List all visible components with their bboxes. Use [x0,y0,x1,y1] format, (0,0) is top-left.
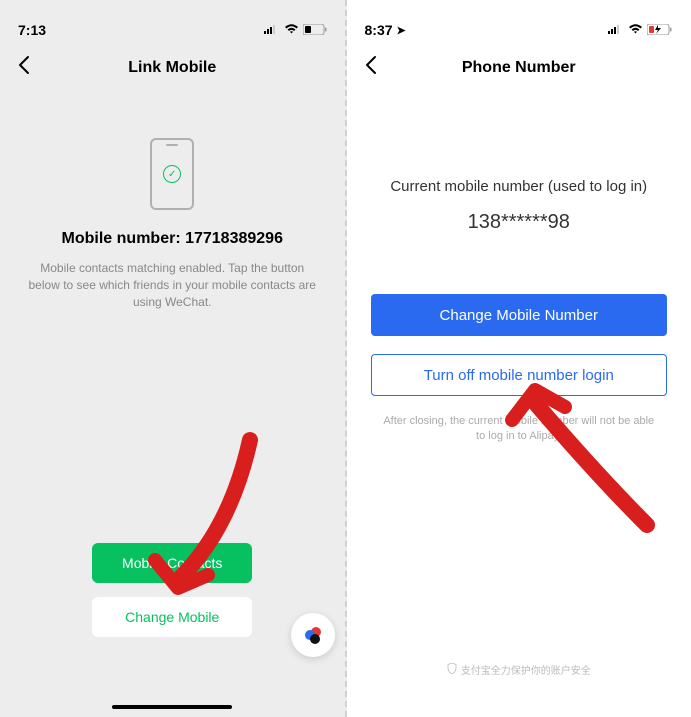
alipay-phone-number-screen: 8:37 ➤ Phone Number Current [347,0,691,717]
status-indicators [608,22,673,38]
mobile-number-label: Mobile number: 17718389296 [18,230,327,248]
change-mobile-number-button[interactable]: Change Mobile Number [371,294,668,336]
footer-security-note: 支付宝全力保护你的账户安全 [347,662,691,677]
subtitle-text: Mobile contacts matching enabled. Tap th… [18,260,327,310]
status-indicators [264,22,327,38]
current-number-label: Current mobile number (used to log in) [371,178,668,195]
current-number-value: 138******98 [371,211,668,234]
page-title: Phone Number [462,59,576,77]
status-time: 7:13 [18,22,46,38]
wifi-icon [628,22,643,38]
wechat-link-mobile-screen: 7:13 Link Mobile ✓ Mobile number: [0,0,347,717]
turn-off-mobile-login-button[interactable]: Turn off mobile number login [371,354,668,396]
status-bar: 8:37 ➤ [365,20,674,40]
floating-assist-icon[interactable] [291,613,335,657]
signal-icon [264,22,280,38]
status-time: 8:37 ➤ [365,22,406,38]
note-text: After closing, the current mobile number… [371,414,668,445]
check-icon: ✓ [163,165,181,183]
battery-charging-icon [647,22,673,38]
change-mobile-button[interactable]: Change Mobile [92,597,252,637]
nav-bar: Phone Number [365,48,674,88]
page-title: Link Mobile [128,59,216,77]
back-button[interactable] [18,55,30,81]
mobile-contacts-button[interactable]: Mobile Contacts [92,543,252,583]
nav-bar: Link Mobile [18,48,327,88]
battery-icon [303,22,327,38]
shield-icon [447,663,457,677]
back-button[interactable] [365,55,377,81]
phone-illustration: ✓ [150,138,194,210]
home-indicator [112,705,232,709]
location-icon: ➤ [397,24,406,37]
signal-icon [608,22,624,38]
wifi-icon [284,22,299,38]
status-bar: 7:13 [18,20,327,40]
